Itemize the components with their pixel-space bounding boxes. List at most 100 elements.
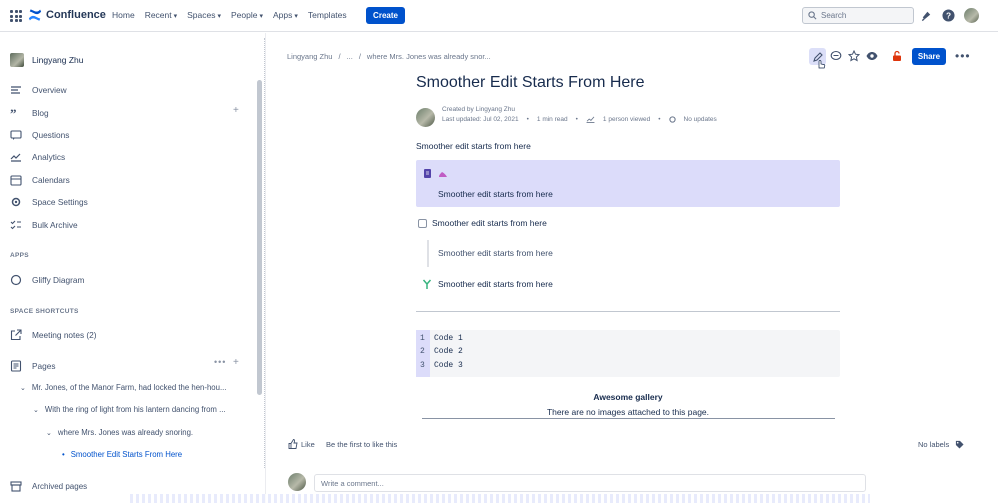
sidebar-item-label: Overview [32,85,67,95]
nav-people[interactable]: People [231,10,263,20]
sidebar-item-calendars[interactable]: Calendars [10,174,70,186]
breadcrumb-ellipsis[interactable]: ... [347,52,353,61]
nav-recent[interactable]: Recent [145,10,177,20]
like-button[interactable]: Like [288,439,315,449]
breadcrumb-parent[interactable]: where Mrs. Jones was already snor... [367,52,491,61]
shortcuts-heading: SPACE SHORTCUTS [10,308,79,315]
sidebar-item-label: Gliffy Diagram [32,275,85,285]
app-switcher-icon[interactable] [10,10,22,22]
tree-item[interactable]: ⌄ With the ring of light from his lanter… [33,405,226,414]
bullet-icon: • [62,450,65,459]
breadcrumb-space[interactable]: Lingyang Zhu [287,52,332,61]
add-blog-icon[interactable]: + [233,105,239,116]
more-actions-icon[interactable]: ••• [955,49,971,63]
tree-item-label: With the ring of light from his lantern … [44,405,226,414]
chevron-down-icon[interactable]: ⌄ [20,384,26,392]
sidebar-scrollbar[interactable] [257,80,262,395]
sidebar-item-blog[interactable]: ” Blog [10,107,49,119]
meta-dot: • [575,116,578,123]
star-icon[interactable] [848,50,860,62]
search-input[interactable]: Search [802,7,914,24]
comment-input[interactable]: Write a comment... [314,474,866,492]
space-header[interactable]: Lingyang Zhu [10,53,84,67]
views-count[interactable]: 1 person viewed [603,116,650,123]
nav-templates[interactable]: Templates [308,10,347,20]
sidebar-item-questions[interactable]: Questions [10,129,69,141]
sidebar-item-space-settings[interactable]: Space Settings [10,196,88,208]
archived-pages-label: Archived pages [32,481,88,491]
svg-text:?: ? [946,11,951,21]
commenter-avatar [288,473,306,491]
tree-item-label: where Mrs. Jones was already snoring. [57,428,194,437]
confluence-logo[interactable]: Confluence [28,8,106,22]
sidebar-item-analytics[interactable]: Analytics [10,151,65,163]
panel-text: Smoother edit starts from here [438,189,553,199]
thumbs-up-icon [288,439,298,449]
body-paragraph: Smoother edit starts from here [416,141,531,151]
sidebar-item-label: Meeting notes (2) [32,330,97,340]
pages-icon [10,360,22,372]
search-icon [808,11,817,20]
code-line: Code 1 [434,334,463,343]
help-icon[interactable]: ? [942,9,955,22]
tree-item-label: Mr. Jones, of the Manor Farm, had locked… [31,383,227,392]
archive-list-icon [10,220,21,230]
archive-icon [10,481,22,492]
profile-avatar[interactable] [964,8,979,23]
more-icon[interactable]: ••• [214,357,226,367]
author-avatar[interactable] [416,108,435,127]
sidebar-item-gliffy[interactable]: Gliffy Diagram [10,274,84,286]
confluence-logo-icon [28,9,42,21]
notifications-icon[interactable] [920,9,933,22]
updates-status: No updates [683,116,717,123]
updates-icon [668,116,676,123]
sidebar-resize-handle[interactable] [264,38,265,468]
archived-pages-link[interactable]: Archived pages [10,480,87,492]
sidebar-item-pages[interactable]: Pages [10,360,56,372]
add-page-icon[interactable]: + [233,357,239,368]
chevron-down-icon[interactable]: ⌄ [46,429,52,437]
sidebar-item-meeting-notes[interactable]: Meeting notes (2) [10,329,97,341]
decision-item: Smoother edit starts from here [422,279,553,289]
watch-icon[interactable] [866,50,878,62]
gallery-title: Awesome gallery [593,392,663,402]
gallery-divider [422,418,835,419]
tree-item[interactable]: ⌄ Mr. Jones, of the Manor Farm, had lock… [20,383,226,392]
questions-icon [10,130,22,140]
nav-home[interactable]: Home [112,10,135,20]
nav-spaces[interactable]: Spaces [187,10,221,20]
nav-apps[interactable]: Apps [273,10,298,20]
space-name: Lingyang Zhu [32,55,84,65]
create-button[interactable]: Create [366,7,405,24]
created-by: Created by Lingyang Zhu [442,106,515,113]
code-line: Code 2 [434,347,463,356]
line-number: 2 [420,347,425,356]
space-avatar [10,53,24,67]
task-item: Smoother edit starts from here [418,218,547,228]
restrictions-lock-icon[interactable] [891,50,903,62]
sidebar-item-label: Analytics [32,152,66,162]
sidebar-item-bulk-archive[interactable]: Bulk Archive [10,219,78,231]
external-link-icon [10,329,22,341]
like-status: Be the first to like this [326,440,398,449]
task-checkbox[interactable] [418,218,427,228]
chevron-down-icon[interactable]: ⌄ [33,406,39,414]
blockquote-bar [427,240,429,267]
tree-item[interactable]: ⌄ where Mrs. Jones was already snoring. [46,428,193,437]
decision-text: Smoother edit starts from here [438,279,553,289]
app-name: Confluence [46,9,106,21]
last-updated[interactable]: Last updated: Jul 02, 2021 [442,116,519,123]
code-block: 1 2 3 Code 1 Code 2 Code 3 [416,330,840,377]
gallery-empty-message: There are no images attached to this pag… [546,407,710,417]
label-tag-icon[interactable] [955,440,964,449]
sidebar-item-label: Bulk Archive [32,220,78,230]
tree-item-current[interactable]: • Smoother Edit Starts From Here [62,450,182,459]
breadcrumb-separator: / [358,52,361,61]
like-label: Like [301,439,315,449]
note-icon [424,169,431,178]
share-button[interactable]: Share [912,48,946,65]
sidebar-item-label: Questions [32,130,70,140]
panel-icons [424,169,448,179]
sidebar-item-overview[interactable]: Overview [10,84,67,96]
inline-comment-icon[interactable] [830,50,842,62]
